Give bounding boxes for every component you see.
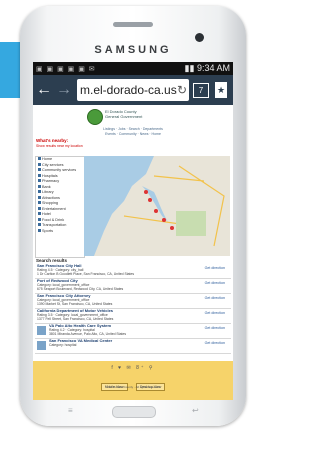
category-icon — [38, 223, 41, 226]
sidebar-item-label: Community services — [42, 168, 77, 172]
category-icon — [38, 168, 41, 171]
county-logo-icon — [87, 109, 103, 125]
status-time: 9:34 AM — [196, 63, 230, 73]
phone-screen: ▣ ▣ ▣ ▣ ▣ ✉ ▮▮ 9:34 AM ← → m.el-dorado-c… — [33, 62, 233, 400]
forward-arrow-icon[interactable]: → — [55, 80, 73, 100]
sidebar-item-label: Hospitals — [42, 173, 58, 178]
category-icon — [38, 206, 41, 210]
sidebar-item-label: Sports — [42, 228, 53, 233]
page-footer: f ♥ ✉ 8⁺ ⚲ Mobile View Desktop View © El… — [33, 361, 233, 400]
result-row[interactable]: San Francisco City Hall Rating 4.5 · Cate… — [35, 264, 231, 279]
back-key-icon[interactable]: ↩ — [192, 406, 199, 415]
get-direction-link[interactable]: Get direction — [205, 281, 225, 285]
result-row[interactable]: San Francisco VA Medical Center Category:… — [35, 339, 231, 354]
map-marker[interactable] — [144, 190, 148, 194]
footer-text: © El Dorado County · All rights reserved — [106, 385, 160, 389]
category-icon — [38, 173, 41, 177]
sidebar-item-label: Entertainment — [42, 206, 66, 211]
result-address: 1377 Fell Street, San Francisco, CA, Uni… — [37, 317, 114, 321]
bookmark-icon[interactable]: ★ — [215, 82, 227, 98]
category-icon — [38, 184, 41, 188]
get-direction-link[interactable]: Get direction — [205, 311, 225, 315]
category-icon — [38, 228, 41, 232]
area-map[interactable] — [84, 156, 230, 256]
get-direction-link[interactable]: Get direction — [205, 296, 225, 300]
result-address: 675 Seaport Boulevard, Redwood City, CA,… — [37, 287, 124, 291]
category-icon — [38, 190, 41, 193]
web-page: El Dorado County General Government List… — [33, 105, 233, 400]
sidebar-item-label: Library — [42, 190, 54, 194]
page-edge-blue-bar — [0, 42, 22, 98]
whats-nearby-heading: What's nearby: — [36, 138, 69, 143]
map-graphic — [84, 156, 230, 256]
category-icon — [38, 201, 41, 204]
search-results-heading: Search results — [36, 258, 68, 263]
view-buttons: Mobile View Desktop View — [33, 375, 233, 393]
social-icons[interactable]: f ♥ ✉ 8⁺ ⚲ — [33, 365, 233, 371]
result-address: 1390 Market St, San Francisco, CA, Unite… — [37, 302, 113, 306]
park-area — [176, 211, 206, 236]
sidebar-item-label: Attractions — [42, 195, 60, 200]
home-button[interactable] — [112, 406, 156, 418]
category-icon — [38, 212, 41, 215]
result-row[interactable]: California Department of Motor Vehicles R… — [35, 309, 231, 324]
result-thumbnail — [37, 341, 46, 350]
site-nav-links[interactable]: Listings · Jobs · Search · Departments E… — [33, 127, 233, 137]
url-field[interactable]: m.el-dorado-ca.us/s ↻ — [77, 79, 189, 101]
logo-text: El Dorado County General Government — [105, 109, 143, 119]
browser-toolbar: ← → m.el-dorado-ca.us/s ↻ 7 ★ — [33, 75, 233, 105]
category-icon — [38, 157, 41, 160]
earpiece-speaker — [113, 22, 153, 27]
tabs-button[interactable]: 7 — [193, 83, 209, 98]
sidebar-item[interactable]: Sports — [36, 228, 84, 235]
map-marker[interactable] — [162, 218, 166, 222]
refresh-icon[interactable]: ↻ — [176, 79, 187, 101]
get-direction-link[interactable]: Get direction — [205, 326, 225, 330]
status-bar: ▣ ▣ ▣ ▣ ▣ ✉ ▮▮ 9:34 AM — [33, 62, 233, 75]
sidebar-item-label: Home — [42, 157, 53, 161]
front-camera-icon — [195, 33, 204, 42]
phone-frame: SAMSUNG ▣ ▣ ▣ ▣ ▣ ✉ ▮▮ 9:34 AM ← → m.el-… — [20, 6, 246, 426]
result-row[interactable]: San Francisco City Attorney Category: loc… — [35, 294, 231, 309]
signal-icon: ▮▮ — [184, 63, 195, 73]
results-list: San Francisco City Hall Rating 4.5 · Cate… — [35, 264, 231, 354]
sidebar-item-label: Food & Drink — [42, 217, 65, 222]
back-arrow-icon[interactable]: ← — [35, 80, 53, 100]
get-direction-link[interactable]: Get direction — [205, 341, 225, 345]
result-row[interactable]: VA Palo Alto Health Care System Rating 4.… — [35, 324, 231, 339]
device-brand: SAMSUNG — [94, 44, 172, 56]
category-icon — [38, 217, 41, 221]
menu-key-icon[interactable]: ≡ — [68, 406, 73, 415]
map-marker[interactable] — [154, 209, 158, 213]
result-thumbnail — [37, 326, 46, 335]
sidebar-item-label: Shopping — [42, 201, 59, 205]
result-address: 3801 Miranda Avenue, Palo Alto, CA, Unit… — [49, 332, 127, 336]
get-direction-link[interactable]: Get direction — [205, 266, 225, 270]
sidebar-item-label: Bank — [42, 184, 51, 189]
url-text: m.el-dorado-ca.us/s — [80, 83, 187, 97]
sidebar-item-label: Transportation — [42, 223, 67, 227]
notification-icons: ▣ ▣ ▣ ▣ ▣ ✉ — [36, 66, 96, 73]
map-marker[interactable] — [170, 226, 174, 230]
category-icon — [38, 179, 41, 182]
category-icon — [38, 162, 41, 166]
status-right: ▮▮ 9:34 AM — [185, 63, 230, 74]
category-icon — [38, 195, 41, 199]
nearby-location-link[interactable]: Show results near my location — [36, 144, 83, 148]
result-address: 1 Dr Carlton B Goodlett Place, San Franc… — [37, 272, 135, 276]
result-meta: Category: hospital — [49, 343, 77, 347]
category-sidebar: Home City services Community services Hospi… — [35, 156, 85, 258]
map-marker[interactable] — [148, 198, 152, 202]
sidebar-item-label: Hotel — [42, 212, 51, 216]
result-row[interactable]: Port of Redwood City Category: local_gove… — [35, 279, 231, 294]
sidebar-item-label: Pharmacy — [42, 179, 60, 183]
sidebar-item-label: City services — [42, 162, 64, 167]
